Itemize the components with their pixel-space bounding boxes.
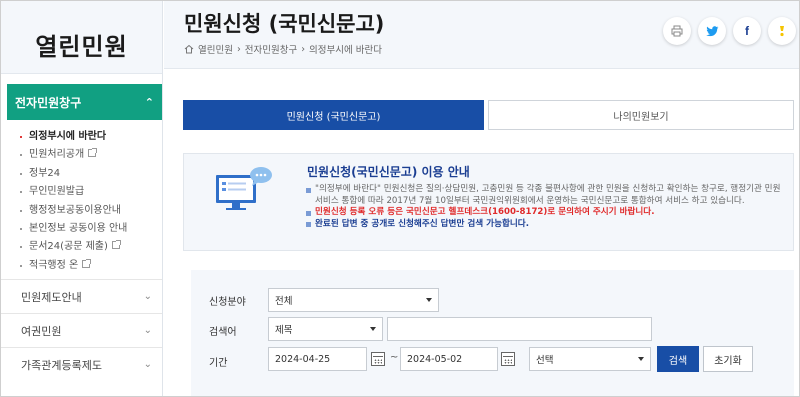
facebook-icon[interactable]: f	[733, 17, 761, 45]
date-from-input[interactable]: 2024-04-25	[268, 347, 367, 371]
sidebar-section-label: 전자민원창구	[15, 95, 82, 110]
breadcrumb-item[interactable]: 전자민원창구	[245, 42, 297, 56]
caret-down-icon	[370, 327, 376, 331]
calendar-icon[interactable]	[501, 352, 515, 366]
keyword-type-select[interactable]: 제목	[268, 317, 383, 341]
caret-down-icon	[638, 357, 644, 361]
breadcrumb-separator: ›	[301, 43, 306, 55]
breadcrumb-item[interactable]: 열린민원	[198, 42, 233, 56]
sidebar: 열린민원 전자민원창구 ⌃ 의정부시에 바란다 민원처리공개 정부24 무인민원…	[1, 1, 163, 396]
sidebar-menu-system[interactable]: 민원제도안내 ⌄	[1, 279, 162, 313]
sidebar-item-active-admin[interactable]: 적극행정 온	[17, 257, 162, 275]
date-range-tilde: ~	[390, 352, 399, 363]
info-line-helpdesk: 민원신청 등록 오류 등은 국민신문고 헬프데스크(1600-8172)로 문의…	[306, 207, 786, 219]
page-header: 민원신청 (국민신문고) 열린민원 › 전자민원창구 › 의정부시에 바란다 f	[164, 1, 799, 69]
chevron-up-icon: ⌃	[144, 95, 154, 109]
breadcrumb-item[interactable]: 의정부시에 바란다	[309, 42, 382, 56]
sidebar-item-personal-info[interactable]: 본인정보 공동이용 안내	[17, 220, 162, 238]
sidebar-section-active[interactable]: 전자민원창구 ⌃	[7, 84, 162, 120]
info-title: 민원신청(국민신문고) 이용 안내	[307, 165, 470, 179]
date-to-input[interactable]: 2024-05-02	[400, 347, 498, 371]
sidebar-item-suggestion[interactable]: 의정부시에 바란다	[17, 128, 162, 146]
reset-button[interactable]: 초기화	[703, 346, 753, 372]
field-label: 신청분야	[209, 297, 246, 308]
sidebar-item-doc24[interactable]: 문서24(공문 제출)	[17, 238, 162, 256]
site-logo[interactable]: 열린민원	[35, 27, 127, 62]
share-buttons: f	[663, 17, 796, 45]
sidebar-item-disclosure[interactable]: 민원처리공개	[17, 146, 162, 164]
tab-apply[interactable]: 민원신청 (국민신문고)	[183, 100, 484, 130]
caret-down-icon	[426, 298, 432, 302]
home-icon[interactable]	[184, 44, 194, 54]
sidebar-item-admin-info[interactable]: 행정정보공동이용안내	[17, 202, 162, 220]
twitter-icon[interactable]	[698, 17, 726, 45]
period-label: 기간	[209, 358, 228, 369]
search-button[interactable]: 검색	[657, 346, 699, 372]
sidebar-sub-list: 의정부시에 바란다 민원처리공개 정부24 무인민원발급 행정정보공동이용안내 …	[1, 120, 162, 279]
keyword-label: 검색어	[209, 327, 237, 338]
calendar-icon[interactable]	[371, 352, 385, 366]
field-select[interactable]: 전체	[268, 288, 439, 312]
logo-area: 열린민원	[1, 1, 162, 74]
info-line: "의정부에 바란다" 민원신청은 질의·상담민원, 고충민원 등 각종 불편사항…	[306, 184, 786, 207]
external-link-icon	[88, 148, 98, 158]
kakao-icon[interactable]	[768, 17, 796, 45]
chevron-down-icon: ⌄	[143, 291, 152, 303]
page-title: 민원신청 (국민신문고)	[184, 12, 385, 36]
monitor-chat-icon	[216, 167, 272, 210]
info-box: 민원신청(국민신문고) 이용 안내 "의정부에 바란다" 민원신청은 질의·상담…	[183, 153, 794, 251]
print-icon[interactable]	[663, 17, 691, 45]
info-list: "의정부에 바란다" 민원신청은 질의·상담민원, 고충민원 등 각종 불편사항…	[306, 184, 786, 230]
external-link-icon	[82, 258, 92, 268]
sidebar-item-gov24[interactable]: 정부24	[17, 165, 162, 183]
sidebar-menu-family[interactable]: 가족관계등록제도 ⌄	[1, 347, 162, 381]
chevron-down-icon: ⌄	[143, 359, 152, 371]
tab-my-complaints[interactable]: 나의민원보기	[488, 100, 794, 130]
keyword-input[interactable]	[387, 317, 652, 341]
breadcrumb: 열린민원 › 전자민원창구 › 의정부시에 바란다	[184, 42, 382, 56]
info-line-search-note: 완료된 답변 중 공개로 신청해주신 답변만 검색 가능합니다.	[306, 219, 786, 231]
sidebar-item-unmanned[interactable]: 무인민원발급	[17, 183, 162, 201]
chevron-down-icon: ⌄	[143, 325, 152, 337]
sidebar-menu-passport[interactable]: 여권민원 ⌄	[1, 313, 162, 347]
period-select[interactable]: 선택	[529, 347, 651, 371]
breadcrumb-separator: ›	[236, 43, 241, 55]
page-frame: 열린민원 전자민원창구 ⌃ 의정부시에 바란다 민원처리공개 정부24 무인민원…	[0, 0, 800, 397]
external-link-icon	[111, 240, 121, 250]
